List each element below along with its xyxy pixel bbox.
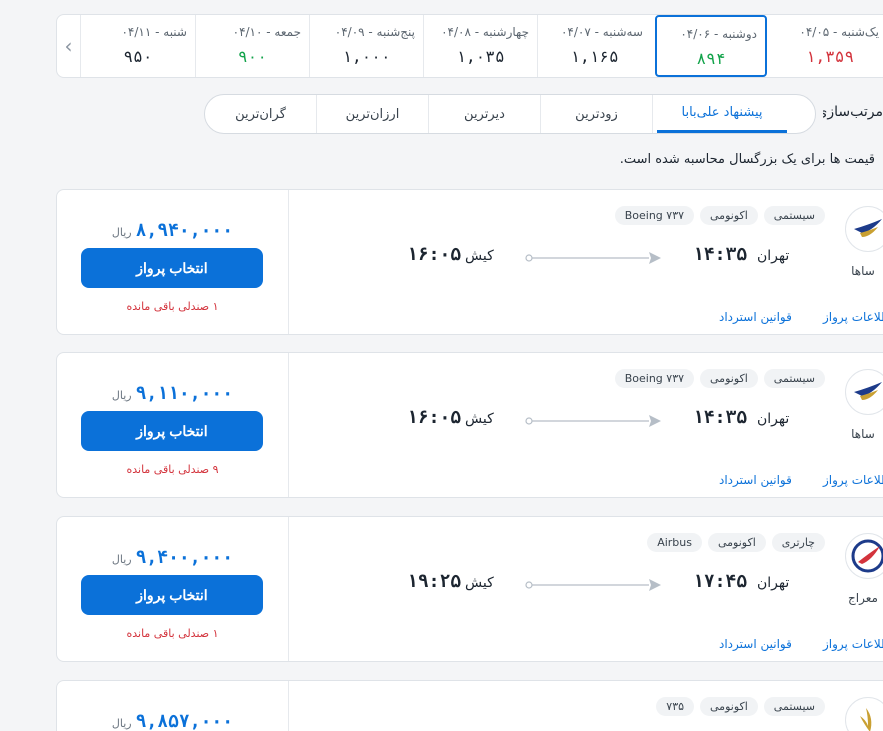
select-flight-button[interactable]: انتخاب پرواز — [81, 575, 263, 615]
tag-aircraft: Boeing ۷۳۷ — [614, 206, 695, 225]
select-flight-button[interactable]: انتخاب پرواز — [81, 248, 263, 288]
meraj-logo-icon — [845, 533, 883, 579]
route-line-icon — [525, 252, 661, 264]
saha-logo-icon — [845, 369, 883, 415]
date-cell[interactable]: پنج‌شنبه - ۰۴/۰۹ ۱,۰۰۰ — [309, 15, 423, 77]
departure-time: ۱۴:۳۵ — [693, 407, 748, 428]
flight-tags: چارتری اکونومی Airbus — [647, 533, 825, 552]
seats-left: ۱ صندلی باقی مانده — [126, 300, 219, 313]
refund-rules-link[interactable]: قوانین استرداد — [719, 310, 792, 324]
price-note: قیمت ها برای یک بزرگسال محاسبه شده است. — [619, 152, 875, 167]
flight-card: ۸,۹۴۰,۰۰۰ریال انتخاب پرواز ۱ صندلی باقی … — [56, 189, 883, 335]
refund-rules-link[interactable]: قوانین استرداد — [719, 637, 792, 651]
sort-option-recommended[interactable]: پیشنهاد علی‌بابا — [657, 95, 787, 133]
price: ۹,۱۱۰,۰۰۰ریال — [111, 383, 234, 404]
sort-label: مرتب‌سازی: — [823, 104, 883, 120]
flight-tags: سیستمی اکونومی ۷۳۵ — [656, 697, 825, 716]
arrival-city: کیش — [465, 575, 494, 591]
route-line-icon — [525, 415, 661, 427]
seats-left: ۹ صندلی باقی مانده — [126, 463, 219, 476]
arrival-time: ۱۶:۰۵ — [407, 407, 462, 428]
tag-class: اکونومی — [700, 369, 758, 388]
airline-name: ساها — [851, 264, 875, 278]
gold-bird-logo-icon — [845, 697, 883, 731]
date-strip: ‹ شنبه - ۰۴/۱۱ ۹۵۰ جمعه - ۰۴/۱۰ ۹۰۰ پنج‌… — [56, 14, 883, 78]
seats-left: ۱ صندلی باقی مانده — [126, 627, 219, 640]
tag-aircraft: ۷۳۵ — [656, 697, 695, 716]
arrival-time: ۱۹:۲۵ — [407, 571, 462, 592]
flight-tags: سیستمی اکونومی Boeing ۷۳۷ — [614, 369, 825, 388]
sort-option-earliest[interactable]: زودترین — [541, 95, 653, 133]
sort-bar: گران‌ترین ارزان‌ترین دیرترین زودترین پیش… — [204, 94, 816, 134]
tag-class: اکونومی — [700, 697, 758, 716]
date-cell[interactable]: شنبه - ۰۴/۱۱ ۹۵۰ — [81, 15, 195, 77]
tag-system: سیستمی — [763, 697, 825, 716]
airline-name: معراج — [848, 591, 878, 605]
tag-system: چارتری — [771, 533, 825, 552]
flight-tags: سیستمی اکونومی Boeing ۷۳۷ — [614, 206, 825, 225]
departure-city: تهران — [757, 411, 790, 427]
price-pane: ۹,۱۱۰,۰۰۰ریال انتخاب پرواز ۹ صندلی باقی … — [57, 353, 289, 497]
flight-card: ۹,۱۱۰,۰۰۰ریال انتخاب پرواز ۹ صندلی باقی … — [56, 352, 883, 498]
arrival-city: کیش — [465, 248, 494, 264]
departure-city: تهران — [757, 575, 790, 591]
sort-option-most-expensive[interactable]: گران‌ترین — [205, 95, 317, 133]
price-pane: ۹,۸۵۷,۰۰۰ریال — [57, 681, 289, 731]
price: ۸,۹۴۰,۰۰۰ریال — [111, 220, 234, 241]
date-cell[interactable]: یک‌شنبه - ۰۴/۰۵ ۱,۳۵۹ — [773, 15, 883, 77]
arrival-time: ۱۶:۰۵ — [407, 244, 462, 265]
price-pane: ۹,۴۰۰,۰۰۰ریال انتخاب پرواز ۱ صندلی باقی … — [57, 517, 289, 661]
tag-class: اکونومی — [708, 533, 766, 552]
tag-system: سیستمی — [763, 369, 825, 388]
departure-city: تهران — [757, 248, 790, 264]
price-pane: ۸,۹۴۰,۰۰۰ریال انتخاب پرواز ۱ صندلی باقی … — [57, 190, 289, 334]
departure-time: ۱۴:۳۵ — [693, 244, 748, 265]
arrival-city: کیش — [465, 411, 494, 427]
tag-class: اکونومی — [700, 206, 758, 225]
date-cell[interactable]: سه‌شنبه - ۰۴/۰۷ ۱,۱۶۵ — [537, 15, 651, 77]
tag-system: سیستمی — [763, 206, 825, 225]
date-cell[interactable]: جمعه - ۰۴/۱۰ ۹۰۰ — [195, 15, 309, 77]
flight-info-link[interactable]: جزئیات و اطلاعات پرواز — [823, 637, 883, 651]
refund-rules-link[interactable]: قوانین استرداد — [719, 473, 792, 487]
tag-aircraft: Airbus — [647, 533, 702, 552]
saha-logo-icon — [845, 206, 883, 252]
sort-option-cheapest[interactable]: ارزان‌ترین — [317, 95, 429, 133]
price: ۹,۴۰۰,۰۰۰ریال — [111, 547, 234, 568]
route-line-icon — [525, 579, 661, 591]
flight-card: ۹,۴۰۰,۰۰۰ریال انتخاب پرواز ۱ صندلی باقی … — [56, 516, 883, 662]
departure-time: ۱۷:۴۵ — [693, 571, 748, 592]
flight-info-link[interactable]: جزئیات و اطلاعات پرواز — [823, 473, 883, 487]
flight-info-link[interactable]: جزئیات و اطلاعات پرواز — [823, 310, 883, 324]
chevron-left-icon[interactable]: ‹ — [57, 15, 81, 77]
airline-name: ساها — [851, 427, 875, 441]
price: ۹,۸۵۷,۰۰۰ریال — [111, 711, 234, 731]
flight-card: ۹,۸۵۷,۰۰۰ریال سیستمی اکونومی ۷۳۵ — [56, 680, 883, 731]
select-flight-button[interactable]: انتخاب پرواز — [81, 411, 263, 451]
tag-aircraft: Boeing ۷۳۷ — [614, 369, 695, 388]
sort-option-latest[interactable]: دیرترین — [429, 95, 541, 133]
date-cell-selected[interactable]: دوشنبه - ۰۴/۰۶ ۸۹۴ — [655, 15, 767, 77]
date-cell[interactable]: چهارشنبه - ۰۴/۰۸ ۱,۰۳۵ — [423, 15, 537, 77]
